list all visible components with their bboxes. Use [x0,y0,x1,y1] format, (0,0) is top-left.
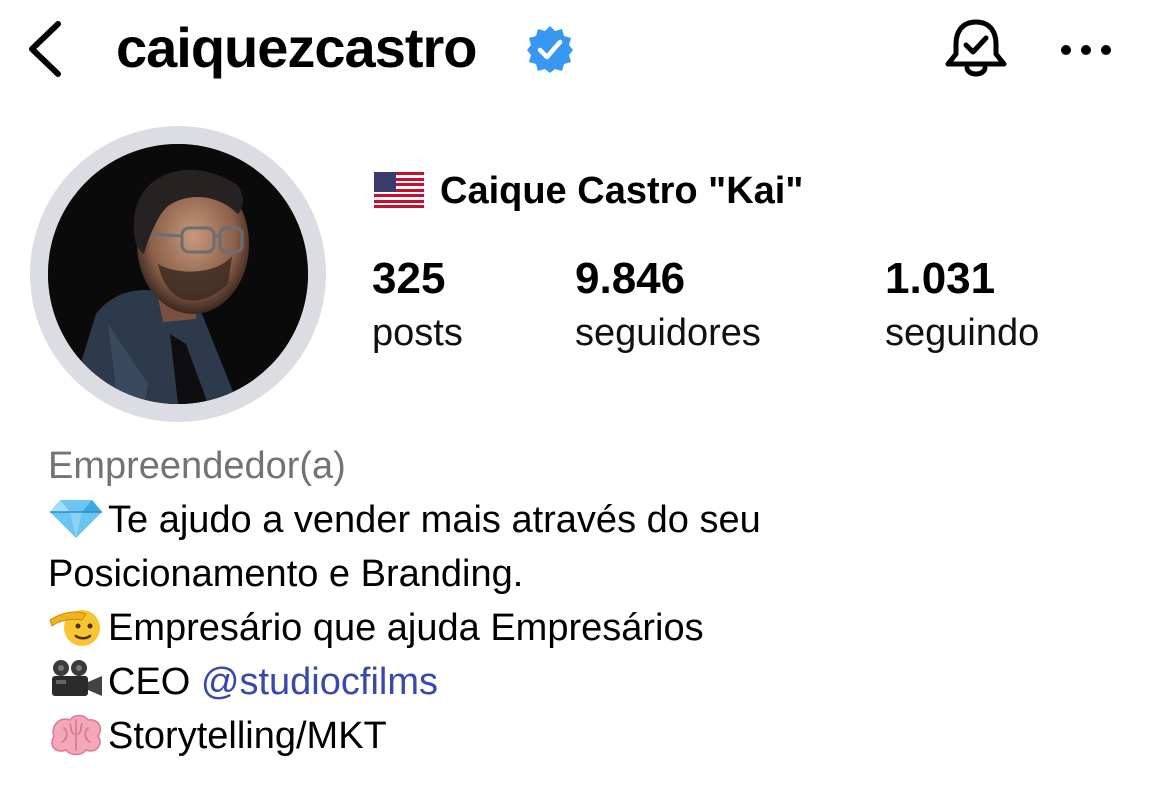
posts-count[interactable]: 325 posts [372,250,463,358]
back-button[interactable] [22,18,72,80]
following-count-label: seguindo [885,312,1040,354]
verified-badge-icon [525,24,575,74]
profile-category: Empreendedor(a) [48,445,346,487]
profile-photo [48,144,308,404]
bio-line-text: Posicionamento e Branding. [48,553,524,595]
gem-icon [50,500,102,538]
posts-count-value: 325 [372,254,446,303]
bio-line: Storytelling/MKT [48,710,387,762]
chevron-left-icon [29,21,61,77]
more-options-button[interactable] [1058,30,1114,70]
profile-username: caiquezcastro [116,16,477,79]
followers-count[interactable]: 9.846 seguidores [575,250,761,358]
avatar[interactable] [48,144,308,404]
bio-line-text: CEO [108,661,201,703]
followers-count-value: 9.846 [575,254,686,303]
saluting-face-icon [49,610,100,646]
bio-line: Empresário que ajuda Empresários [48,602,704,654]
notifications-button[interactable] [940,16,1012,82]
more-horizontal-icon [1061,45,1111,55]
bio-line-text: Te ajudo a vender mais através do seu [108,499,761,541]
bio-line: Te ajudo a vender mais através do seu [48,494,761,546]
profile-display-name: Caique Castro "Kai" [440,170,804,212]
bio-line-text: Storytelling/MKT [108,715,387,757]
profile-header: caiquezcastro [0,0,1170,100]
bio-mention-link[interactable]: @studiocfilms [201,661,438,703]
posts-count-label: posts [372,312,463,354]
movie-camera-icon [52,660,102,696]
bio-line-text: Empresário que ajuda Empresários [108,607,704,649]
followers-count-label: seguidores [575,312,761,354]
bell-check-icon [945,19,1007,77]
bio-line: Posicionamento e Branding. [48,548,523,600]
brain-icon [51,714,102,756]
bio-line: CEO @studiocfilms [48,656,438,708]
following-count[interactable]: 1.031 seguindo [885,250,1039,358]
following-count-value: 1.031 [885,254,996,303]
us-flag-icon [373,171,425,209]
